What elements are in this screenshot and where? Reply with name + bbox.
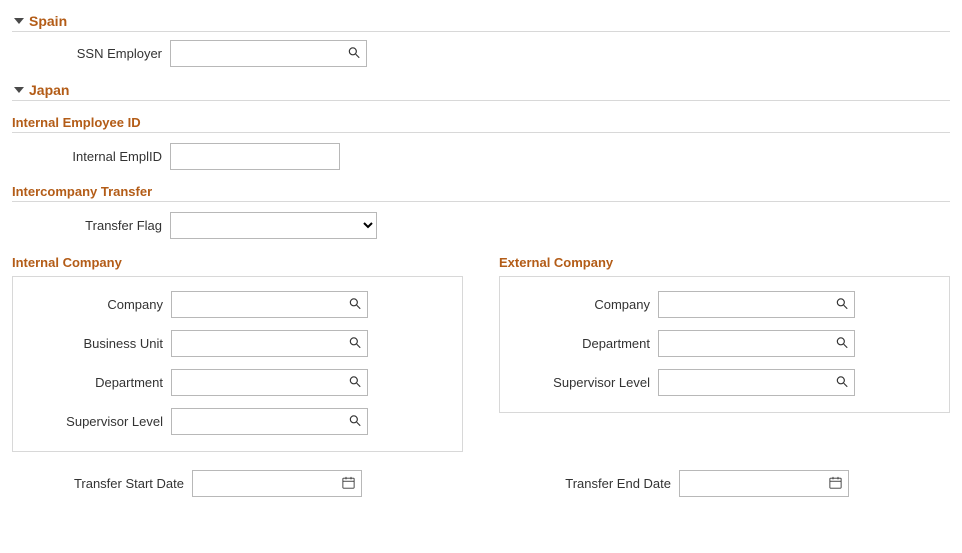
internal-employee-id-title: Internal Employee ID (12, 115, 950, 133)
transfer-end-row: Transfer End Date (499, 470, 950, 497)
int-business-unit-input[interactable] (171, 330, 368, 357)
internal-company-column: Internal Company Company Business Unit (12, 255, 463, 452)
transfer-end-label: Transfer End Date (499, 476, 679, 491)
search-icon (348, 374, 362, 391)
int-business-unit-lookup-button[interactable] (346, 333, 364, 354)
ext-department-lookup-button[interactable] (833, 333, 851, 354)
ext-supervisor-level-lookup-button[interactable] (833, 372, 851, 393)
int-business-unit-label: Business Unit (13, 336, 171, 351)
internal-emplid-row: Internal EmplID (12, 143, 950, 170)
search-icon (348, 335, 362, 352)
search-icon (348, 296, 362, 313)
int-department-label: Department (13, 375, 171, 390)
int-department-lookup-button[interactable] (346, 372, 364, 393)
int-company-label: Company (13, 297, 171, 312)
japan-title: Japan (29, 82, 69, 98)
transfer-end-input[interactable] (679, 470, 849, 497)
transfer-flag-label: Transfer Flag (12, 218, 170, 233)
search-icon (348, 413, 362, 430)
internal-emplid-input[interactable] (170, 143, 340, 170)
intercompany-transfer-title: Intercompany Transfer (12, 184, 950, 202)
ext-department-label: Department (500, 336, 658, 351)
int-supervisor-level-label: Supervisor Level (13, 414, 171, 429)
internal-company-title: Internal Company (12, 255, 463, 270)
transfer-start-input[interactable] (192, 470, 362, 497)
transfer-start-label: Transfer Start Date (12, 476, 192, 491)
spain-section-header[interactable]: Spain (12, 10, 950, 32)
ext-company-label: Company (500, 297, 658, 312)
ssn-employer-input[interactable] (170, 40, 367, 67)
chevron-down-icon (14, 18, 24, 24)
external-company-group: Company Department Superviso (499, 276, 950, 413)
int-company-input[interactable] (171, 291, 368, 318)
ssn-employer-label: SSN Employer (12, 46, 170, 61)
search-icon (835, 374, 849, 391)
transfer-flag-row: Transfer Flag (12, 212, 950, 239)
external-company-column: External Company Company Department (499, 255, 950, 452)
search-icon (347, 45, 361, 62)
search-icon (835, 335, 849, 352)
transfer-start-row: Transfer Start Date (12, 470, 463, 497)
int-supervisor-level-input[interactable] (171, 408, 368, 435)
japan-section-header[interactable]: Japan (12, 79, 950, 101)
search-icon (835, 296, 849, 313)
ext-supervisor-level-label: Supervisor Level (500, 375, 658, 390)
int-supervisor-level-lookup-button[interactable] (346, 411, 364, 432)
calendar-icon (828, 475, 843, 493)
external-company-title: External Company (499, 255, 950, 270)
transfer-start-calendar-button[interactable] (339, 473, 358, 495)
int-company-lookup-button[interactable] (346, 294, 364, 315)
ext-department-input[interactable] (658, 330, 855, 357)
ext-company-lookup-button[interactable] (833, 294, 851, 315)
transfer-flag-select[interactable] (170, 212, 377, 239)
transfer-end-calendar-button[interactable] (826, 473, 845, 495)
internal-company-group: Company Business Unit Depart (12, 276, 463, 452)
chevron-down-icon (14, 87, 24, 93)
ssn-employer-row: SSN Employer (12, 40, 950, 67)
internal-emplid-label: Internal EmplID (12, 149, 170, 164)
int-department-input[interactable] (171, 369, 368, 396)
ssn-employer-lookup-button[interactable] (345, 43, 363, 64)
spain-title: Spain (29, 13, 67, 29)
ext-company-input[interactable] (658, 291, 855, 318)
ext-supervisor-level-input[interactable] (658, 369, 855, 396)
calendar-icon (341, 475, 356, 493)
